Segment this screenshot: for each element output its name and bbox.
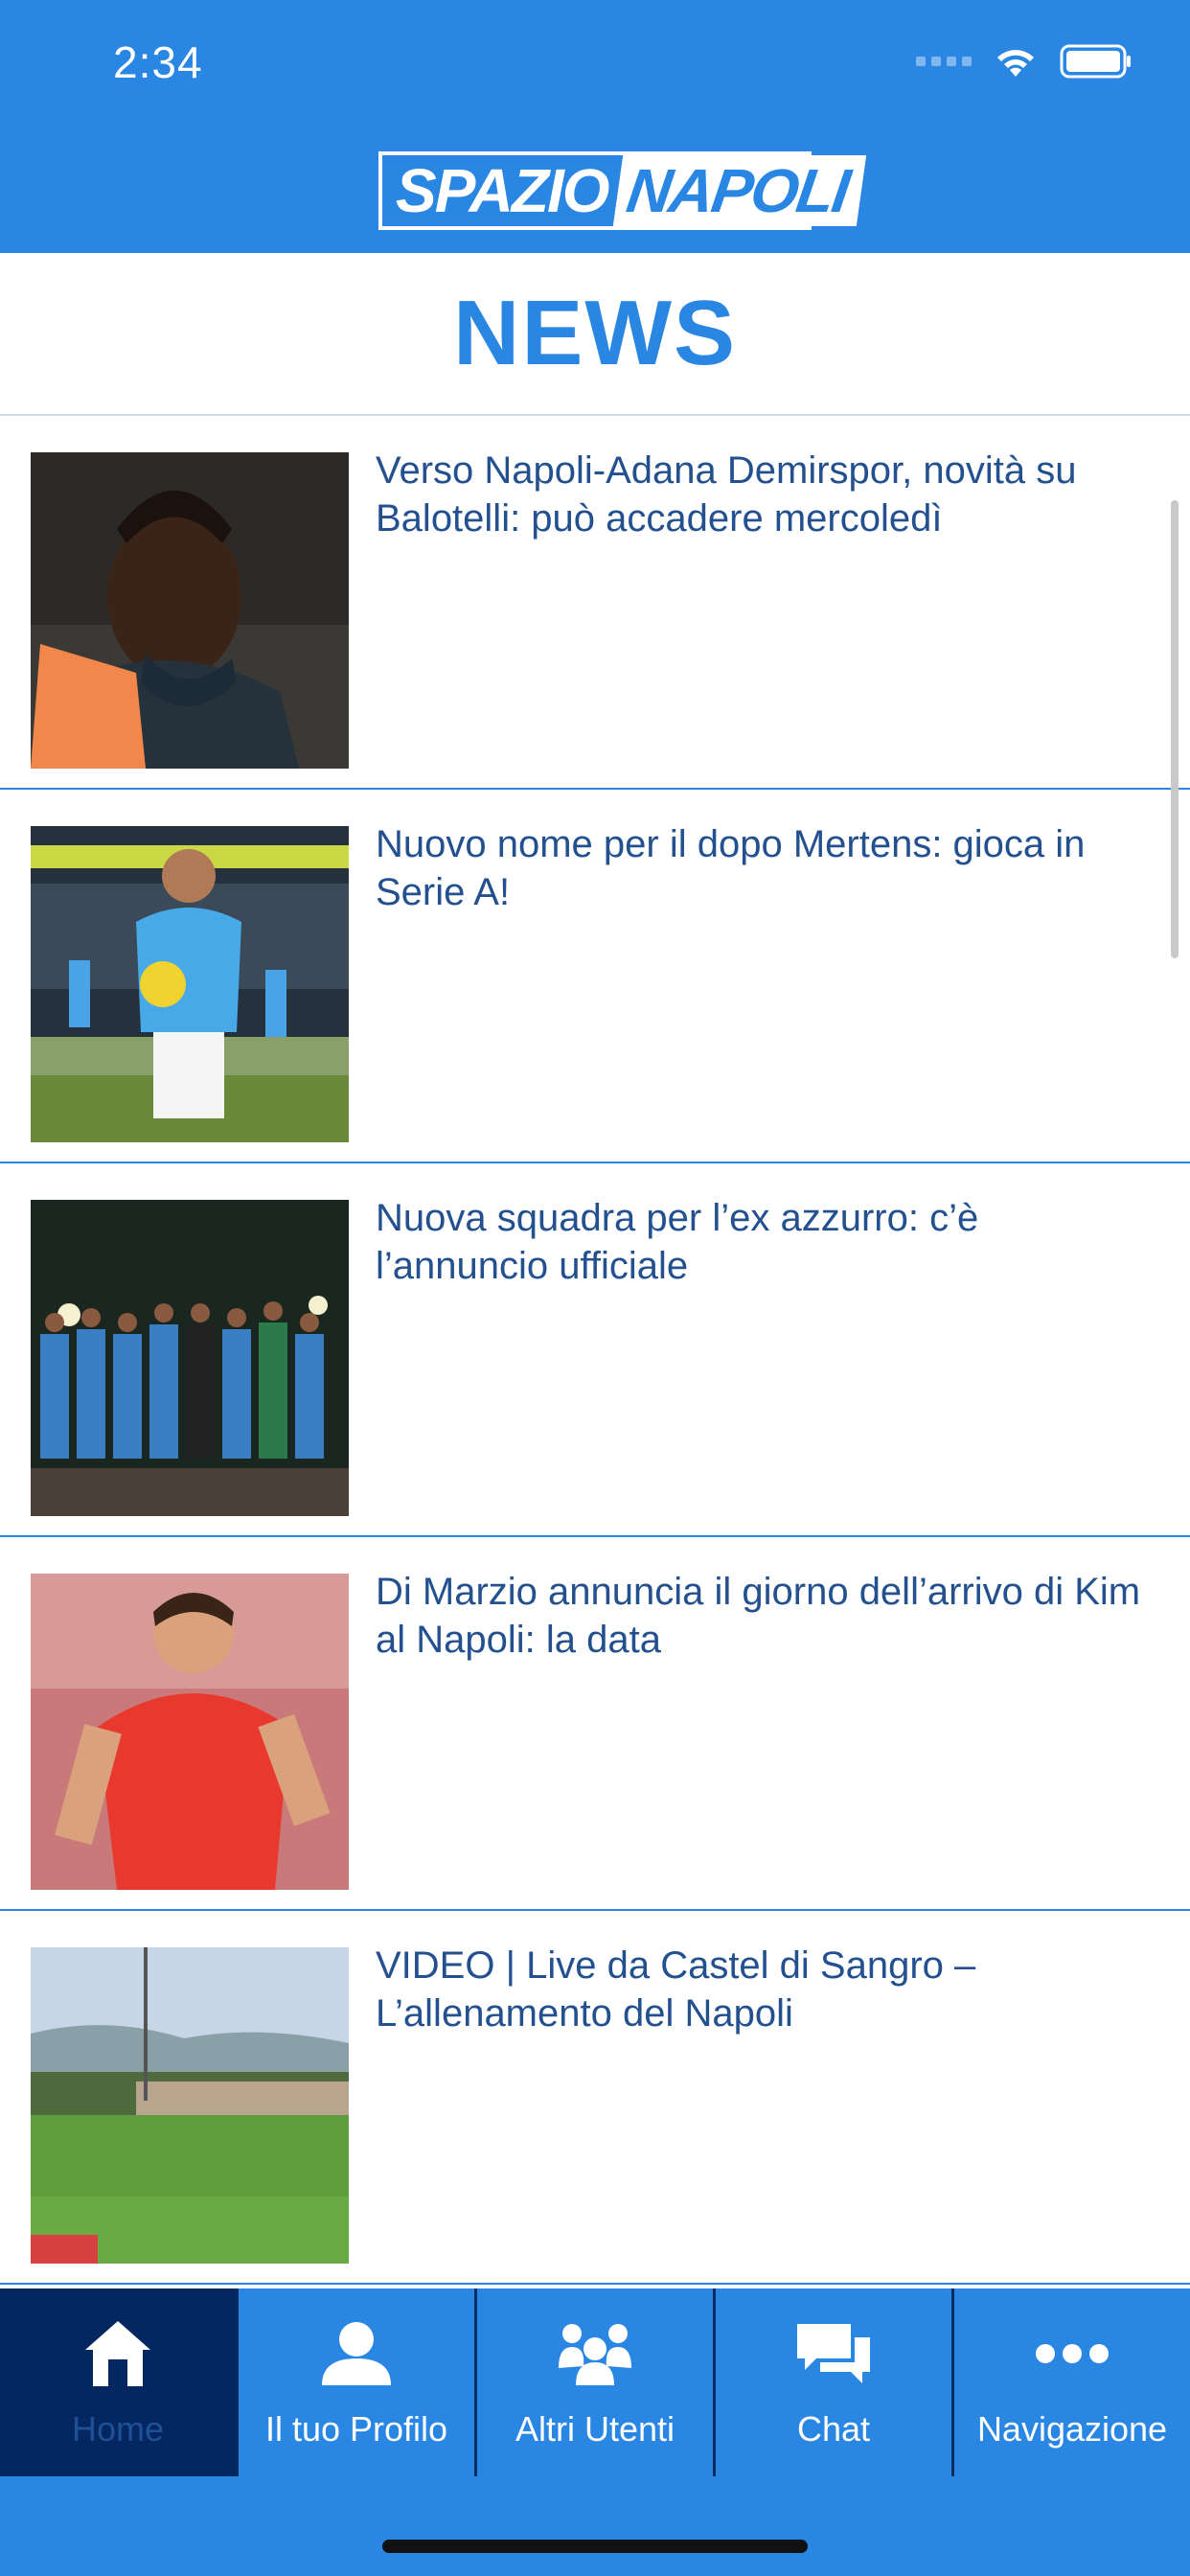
tab-label: Il tuo Profilo (264, 2409, 448, 2449)
scrollbar[interactable] (1171, 500, 1179, 958)
news-headline[interactable]: VIDEO | Live da Castel di Sangro – L’all… (376, 1942, 1161, 2037)
logo-text-napoli: NAPOLI (612, 155, 866, 226)
tab-bar: Home Il tuo Profilo Altri Utenti Chat Na… (0, 2288, 1190, 2576)
news-thumbnail-stadium-field[interactable] (31, 1947, 349, 2264)
more-icon (1034, 2313, 1110, 2394)
status-icons (916, 42, 1133, 80)
logo-text-spazio: SPAZIO (396, 156, 609, 225)
tab-home[interactable]: Home (0, 2288, 239, 2476)
news-headline[interactable]: Di Marzio annuncia il giorno dell’arrivo… (376, 1568, 1161, 1664)
news-thumbnail-player-portrait[interactable] (31, 452, 349, 769)
news-headline[interactable]: Verso Napoli-Adana Demirspor, novità su … (376, 447, 1161, 542)
news-thumbnail-team-celebration[interactable] (31, 1200, 349, 1516)
news-item[interactable]: Nuovo nome per il dopo Mertens: gioca in… (0, 790, 1190, 1163)
users-icon (555, 2313, 635, 2394)
tab-other-users[interactable]: Altri Utenti (477, 2288, 716, 2476)
news-list: Verso Napoli-Adana Demirspor, novità su … (0, 416, 1190, 2285)
tab-label: Navigazione (976, 2409, 1168, 2449)
spazio-napoli-logo: SPAZIO NAPOLI (378, 151, 866, 230)
tab-label: Altri Utenti (515, 2409, 675, 2449)
chat-icon (795, 2313, 872, 2394)
home-icon (81, 2313, 154, 2394)
news-thumbnail-player-with-ball[interactable] (31, 826, 349, 1142)
user-icon (318, 2313, 395, 2394)
tab-navigation[interactable]: Navigazione (954, 2288, 1190, 2476)
status-time: 2:34 (113, 37, 203, 87)
news-item[interactable]: Nuova squadra per l’ex azzurro: c’è l’an… (0, 1163, 1190, 1537)
news-headline[interactable]: Nuova squadra per l’ex azzurro: c’è l’an… (376, 1194, 1161, 1290)
news-thumbnail-player-red-kit[interactable] (31, 1574, 349, 1890)
news-item[interactable]: VIDEO | Live da Castel di Sangro – L’all… (0, 1911, 1190, 2285)
news-item[interactable]: Di Marzio annuncia il giorno dell’arrivo… (0, 1537, 1190, 1911)
home-indicator[interactable] (382, 2540, 808, 2553)
news-item[interactable]: Verso Napoli-Adana Demirspor, novità su … (0, 416, 1190, 790)
tab-label: Home (71, 2409, 165, 2449)
tab-chat[interactable]: Chat (716, 2288, 954, 2476)
tab-profile[interactable]: Il tuo Profilo (239, 2288, 477, 2476)
news-headline[interactable]: Nuovo nome per il dopo Mertens: gioca in… (376, 820, 1161, 916)
top-bar: 2:34 SPAZIO NAPOLI (0, 0, 1190, 253)
cellular-signal-icon (916, 57, 972, 66)
tab-label: Chat (796, 2409, 871, 2449)
battery-icon (1060, 44, 1133, 79)
wifi-icon (993, 44, 1039, 79)
page-title: NEWS (0, 253, 1190, 416)
